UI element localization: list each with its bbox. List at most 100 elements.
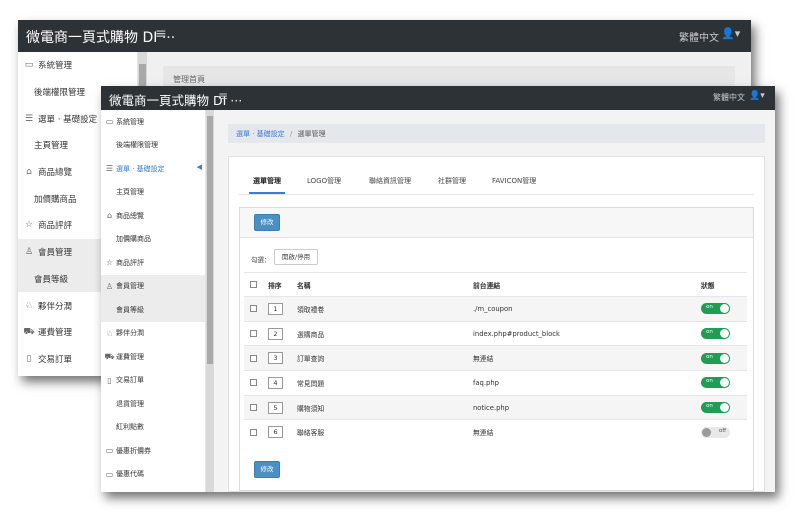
row-checkbox[interactable] bbox=[250, 404, 257, 412]
sidebar-item-label: 會員管理 bbox=[38, 248, 73, 259]
sidebar-item[interactable]: 後端權限管理 bbox=[101, 134, 205, 158]
sidebar-item-label: 商品總覽 bbox=[116, 211, 144, 220]
menu-table: 排序 名稱 前台連結 狀態 1 領取禮卷 ./m_coupon on 2 選購商品 inde… bbox=[244, 272, 747, 444]
sort-order-input[interactable]: 1 bbox=[268, 302, 283, 315]
language-selector[interactable]: 繁體中文 bbox=[679, 29, 719, 44]
sidebar-item[interactable]: ▯ 交易訂單 bbox=[101, 369, 205, 393]
sidebar-item-label: 後端權限管理 bbox=[34, 88, 86, 99]
user-menu-icon[interactable]: 👤▾ bbox=[721, 27, 740, 40]
status-toggle[interactable]: on bbox=[701, 303, 730, 315]
sidebar-item[interactable]: ♘ 夥伴分潤 bbox=[101, 322, 205, 346]
breadcrumb-separator: / bbox=[289, 130, 293, 138]
sort-order-input[interactable]: 4 bbox=[268, 376, 283, 389]
sidebar-item[interactable]: 優惠活動 bbox=[101, 486, 205, 492]
sidebar-item-icon: ⛟ bbox=[23, 326, 35, 337]
sidebar-item-label: 交易訂單 bbox=[116, 376, 144, 385]
frontend-link: notice.php bbox=[473, 403, 510, 412]
main-content: 選單 · 基礎設定 / 選單管理 選單管理 LOGO管理 聯絡資訊管理 社群管理… bbox=[214, 110, 775, 492]
sidebar-item[interactable]: ▭ 優惠代碼 bbox=[101, 463, 205, 487]
row-checkbox[interactable] bbox=[250, 354, 257, 362]
sidebar-item[interactable]: ⌂ 商品總覽 bbox=[101, 204, 205, 228]
status-toggle[interactable]: on bbox=[701, 377, 730, 389]
sidebar-item-label: 商品評評 bbox=[38, 221, 73, 232]
tab-social-management[interactable]: 社群管理 bbox=[438, 176, 466, 186]
sidebar-item[interactable]: ♙ 會員管理 bbox=[101, 274, 205, 298]
sort-order-input[interactable]: 6 bbox=[268, 426, 283, 439]
panel-header bbox=[240, 208, 753, 238]
sidebar-item-icon: ▭ bbox=[24, 60, 34, 71]
sidebar-item[interactable]: ▭ 系統管理 bbox=[18, 52, 137, 79]
sidebar-item-icon: ♙ bbox=[24, 247, 34, 258]
sidebar-item-label: 交易訂單 bbox=[38, 354, 73, 365]
sidebar-item[interactable]: ▭ 系統管理 bbox=[101, 110, 205, 134]
column-header-status: 狀態 bbox=[701, 281, 715, 290]
breadcrumb-current: 選單管理 bbox=[297, 130, 326, 138]
sidebar-item-label: 會員管理 bbox=[116, 282, 144, 291]
row-checkbox[interactable] bbox=[250, 379, 257, 387]
brand-title[interactable]: 微電商一頁式購物 DI ··· bbox=[26, 27, 175, 47]
edit-button-bottom[interactable]: 修改 bbox=[254, 461, 280, 478]
sidebar-item-icon: ☰ bbox=[24, 113, 34, 124]
row-checkbox[interactable] bbox=[250, 428, 257, 436]
tab-contact-management[interactable]: 聯絡資訊管理 bbox=[369, 176, 411, 186]
language-selector[interactable]: 繁體中文 bbox=[713, 92, 745, 103]
foreground-window: 微電商一頁式購物 DI ··· ≡ 繁體中文 👤▾ ▭ 系統管理 後端權限管理 ☰ 選單… bbox=[101, 86, 775, 492]
sidebar-item-label: 優惠折價券 bbox=[116, 446, 151, 455]
select-all-checkbox[interactable] bbox=[250, 281, 257, 288]
row-checkbox[interactable] bbox=[250, 305, 257, 313]
sort-order-input[interactable]: 3 bbox=[268, 352, 283, 365]
sidebar-item[interactable]: ☆ 商品評評 bbox=[101, 251, 205, 275]
menu-toggle-icon[interactable]: ≡ bbox=[155, 26, 167, 42]
breadcrumb-parent-link[interactable]: 選單 · 基礎設定 bbox=[236, 130, 285, 138]
top-navbar: 微電商一頁式購物 DI ··· ≡ 繁體中文 👤▾ bbox=[18, 20, 751, 52]
sidebar-item[interactable]: 紅利點數 bbox=[101, 416, 205, 440]
tab-menu-management[interactable]: 選單管理 bbox=[249, 176, 285, 194]
frontend-link: 無連結 bbox=[473, 355, 494, 364]
frontend-link: index.php#product_block bbox=[473, 329, 560, 338]
top-navbar: 微電商一頁式購物 DI ··· ≡ 繁體中文 👤▾ bbox=[101, 86, 775, 110]
edit-button-top[interactable]: 修改 bbox=[254, 214, 280, 231]
sidebar-item[interactable]: ☰ 選單 · 基礎設定 ◀ bbox=[101, 157, 205, 181]
table-row: 6 聯絡客服 無連結 off bbox=[244, 419, 747, 444]
active-caret-icon: ◀ bbox=[196, 163, 202, 171]
sidebar-item-icon: ⌂ bbox=[106, 211, 113, 221]
user-menu-icon[interactable]: 👤▾ bbox=[749, 91, 765, 101]
menu-name: 選購商品 bbox=[297, 330, 325, 339]
sort-order-input[interactable]: 2 bbox=[268, 327, 283, 340]
sidebar-item[interactable]: ⛟ 運費管理 bbox=[101, 345, 205, 369]
tab-favicon-management[interactable]: FAVICON管理 bbox=[492, 176, 536, 186]
status-toggle[interactable]: on bbox=[701, 328, 730, 340]
status-toggle[interactable]: on bbox=[701, 402, 730, 414]
column-header-link: 前台連結 bbox=[473, 281, 501, 290]
sidebar-item-label: 商品評評 bbox=[116, 258, 144, 267]
sidebar-item[interactable]: 主頁管理 bbox=[101, 181, 205, 205]
sidebar-item[interactable]: 會員等級 bbox=[101, 298, 205, 322]
filter-label: 勾選： bbox=[251, 256, 271, 264]
sidebar-item[interactable]: 退貨管理 bbox=[101, 392, 205, 416]
table-row: 5 購物須知 notice.php on bbox=[244, 394, 747, 420]
menu-name: 訂單查詢 bbox=[297, 355, 325, 364]
sidebar-item-label: 選單 · 基礎設定 bbox=[38, 114, 98, 125]
status-toggle[interactable]: on bbox=[701, 352, 730, 364]
breadcrumb[interactable]: 管理首頁 bbox=[163, 66, 735, 88]
sidebar-scroll-thumb[interactable] bbox=[207, 116, 213, 364]
toggle-enable-button[interactable]: 開啟/停用 bbox=[274, 249, 318, 265]
sort-order-input[interactable]: 5 bbox=[268, 401, 283, 414]
content-card: 選單管理 LOGO管理 聯絡資訊管理 社群管理 FAVICON管理 修改 勾選：… bbox=[228, 156, 765, 492]
sidebar-item[interactable]: 加價購商品 bbox=[101, 228, 205, 252]
sidebar-item-icon: ♘ bbox=[105, 328, 114, 338]
column-header-sort: 排序 bbox=[268, 281, 282, 290]
sidebar: ▭ 系統管理 後端權限管理 ☰ 選單 · 基礎設定 ◀ 主頁管理 ⌂ 商品總覽 加價購商品 ☆ 商品評… bbox=[101, 110, 206, 492]
menu-name: 購物須知 bbox=[297, 404, 325, 413]
tab-logo-management[interactable]: LOGO管理 bbox=[307, 176, 341, 186]
sidebar-item-icon: ▭ bbox=[105, 469, 114, 479]
status-toggle[interactable]: off bbox=[701, 426, 730, 438]
sidebar-item[interactable]: ▭ 優惠折價券 bbox=[101, 439, 205, 463]
sidebar-item-icon: ▭ bbox=[105, 446, 114, 456]
sidebar-item-label: 加價購商品 bbox=[116, 235, 151, 244]
table-row: 2 選購商品 index.php#product_block on bbox=[244, 320, 747, 346]
sidebar-item-icon: ☰ bbox=[105, 164, 114, 174]
row-checkbox[interactable] bbox=[250, 330, 257, 338]
menu-table-panel: 修改 勾選： 開啟/停用 排序 名稱 前台連結 狀態 1 領取禮卷 ./m_coup… bbox=[239, 207, 754, 491]
menu-toggle-icon[interactable]: ≡ bbox=[218, 89, 228, 103]
